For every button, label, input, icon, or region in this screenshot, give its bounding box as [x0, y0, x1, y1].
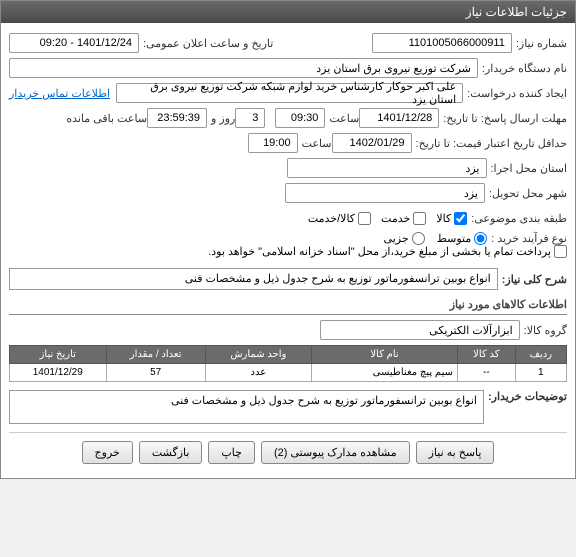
category-label: طبقه بندی موضوعی: — [471, 212, 567, 225]
window-title: جزئیات اطلاعات نیاز — [466, 5, 567, 19]
th-date: تاریخ نیاز — [10, 346, 107, 364]
need-no-label: شماره نیاز: — [516, 37, 567, 50]
requester-label: ایجاد کننده درخواست: — [467, 87, 567, 100]
cell-code: -- — [457, 364, 515, 382]
announce-dt-label: تاریخ و ساعت اعلان عمومی: — [143, 37, 273, 50]
buyer-org-field: شرکت توزیع نیروی برق استان یزد — [9, 58, 478, 78]
cell-unit: عدد — [205, 364, 311, 382]
ptype-minor-input[interactable] — [412, 232, 425, 245]
ptype-medium-radio[interactable]: متوسط — [437, 232, 488, 245]
validity-date-field: 1402/01/29 — [332, 133, 412, 153]
footer-buttons: پاسخ به نیاز مشاهده مدارک پیوستی (2) چاپ… — [9, 432, 567, 472]
ptype-medium-input[interactable] — [474, 232, 487, 245]
need-no-field: 1101005066000911 — [372, 33, 512, 53]
buyer-notes-label: توضیحات خریدار: — [488, 390, 567, 403]
items-table: ردیف کد کالا نام کالا واحد شمارش تعداد /… — [9, 345, 567, 382]
announce-dt-field: 1401/12/24 - 09:20 — [9, 33, 139, 53]
cat-service-check[interactable]: خدمت — [381, 212, 426, 225]
need-details-window: جزئیات اطلاعات نیاز شماره نیاز: 11010050… — [0, 0, 576, 479]
group-field: ابزارآلات الکتریکی — [320, 320, 520, 340]
th-unit: واحد شمارش — [205, 346, 311, 364]
deadline-label: مهلت ارسال پاسخ: تا تاریخ: — [443, 112, 567, 125]
th-row: ردیف — [515, 346, 566, 364]
remain-time-field: 23:59:39 — [147, 108, 207, 128]
th-name: نام کالا — [312, 346, 458, 364]
province-label: استان محل اجرا: — [491, 162, 568, 175]
validity-hour-field: 19:00 — [248, 133, 298, 153]
remaining-label: ساعت باقی مانده — [66, 112, 147, 125]
buyer-notes-box: انواع بوبین ترانسفورماتور توزیع به شرح ج… — [9, 390, 484, 424]
days-field: 3 — [235, 108, 265, 128]
treasury-check[interactable]: پرداخت تمام یا بخشی از مبلغ خرید،از محل … — [208, 245, 567, 258]
exit-button[interactable]: خروج — [82, 441, 133, 464]
hour-label-1: ساعت — [329, 112, 359, 125]
desc-title-label: شرح کلی نیاز: — [502, 273, 567, 286]
cat-both-check[interactable]: کالا/خدمت — [308, 212, 371, 225]
buyer-org-label: نام دستگاه خریدار: — [482, 62, 567, 75]
contact-link[interactable]: اطلاعات تماس خریدار — [9, 87, 110, 100]
content-area: شماره نیاز: 1101005066000911 تاریخ و ساع… — [1, 23, 575, 478]
cat-service-input[interactable] — [413, 212, 426, 225]
treasury-input[interactable] — [554, 245, 567, 258]
cell-qty: 57 — [106, 364, 205, 382]
day-label: روز و — [211, 112, 235, 125]
city-field: یزد — [285, 183, 485, 203]
cell-row: 1 — [515, 364, 566, 382]
table-row[interactable]: 1 -- سیم پیچ مغناطیسی عدد 57 1401/12/29 — [10, 364, 567, 382]
th-code: کد کالا — [457, 346, 515, 364]
validity-label: حداقل تاریخ اعتبار قیمت: تا تاریخ: — [416, 137, 567, 150]
cat-goods-input[interactable] — [454, 212, 467, 225]
deadline-hour-field: 09:30 — [275, 108, 325, 128]
goods-section-title: اطلاعات کالاهای مورد نیاز — [9, 298, 567, 315]
ptype-minor-radio[interactable]: جزیی — [384, 232, 425, 245]
back-button[interactable]: بازگشت — [139, 441, 203, 464]
titlebar: جزئیات اطلاعات نیاز — [1, 1, 575, 23]
cat-goods-check[interactable]: کالا — [436, 212, 467, 225]
requester-field: علی اکبر حوکار کارشناس خرید لوازم شبکه ش… — [116, 83, 463, 103]
cat-both-input[interactable] — [358, 212, 371, 225]
attachments-button[interactable]: مشاهده مدارک پیوستی (2) — [261, 441, 410, 464]
cell-name: سیم پیچ مغناطیسی — [312, 364, 458, 382]
table-header-row: ردیف کد کالا نام کالا واحد شمارش تعداد /… — [10, 346, 567, 364]
cell-date: 1401/12/29 — [10, 364, 107, 382]
group-label: گروه کالا: — [524, 324, 567, 337]
reply-button[interactable]: پاسخ به نیاز — [416, 441, 495, 464]
desc-box: انواع بوبین ترانسفورماتور توزیع به شرح ج… — [9, 268, 498, 290]
th-qty: تعداد / مقدار — [106, 346, 205, 364]
deadline-date-field: 1401/12/28 — [359, 108, 439, 128]
hour-label-2: ساعت — [302, 137, 332, 150]
city-label: شهر محل تحویل: — [489, 187, 567, 200]
province-field: یزد — [287, 158, 487, 178]
print-button[interactable]: چاپ — [208, 441, 255, 464]
ptype-label: نوع فرآیند خرید : — [491, 232, 567, 245]
